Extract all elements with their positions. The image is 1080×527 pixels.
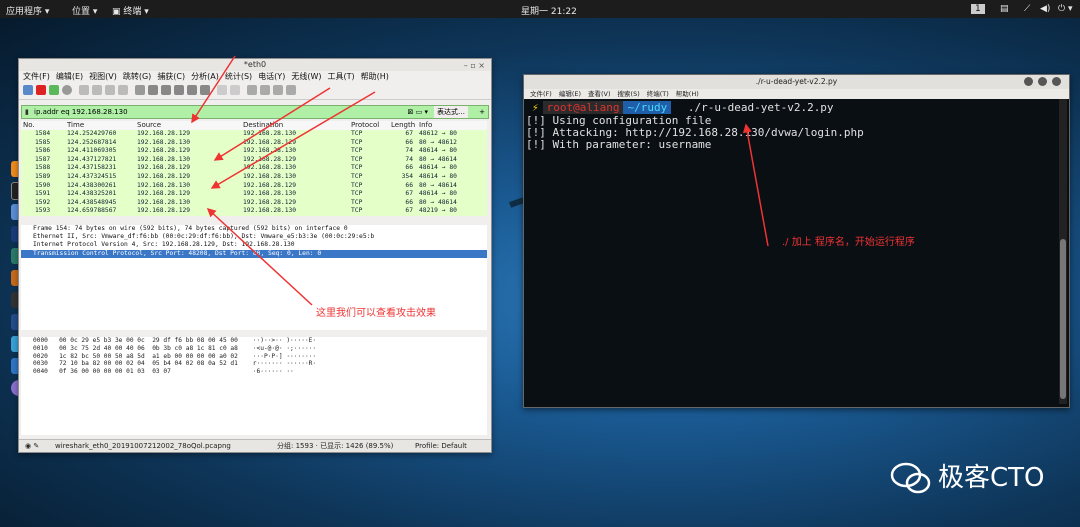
arrow-to-source-column — [191, 55, 236, 124]
wechat-icon — [890, 462, 931, 494]
arrow-to-packets — [206, 207, 313, 306]
annotation-note-terminal: ./ 加上 程序名，开始运行程序 — [782, 237, 915, 248]
arrow-to-packets — [210, 91, 376, 189]
arrow-to-packets — [213, 87, 331, 161]
annotation-arrows — [191, 55, 769, 306]
arrow-to-command — [742, 123, 769, 247]
annotation-note-wireshark: 这里我们可以查看攻击效果 — [316, 308, 436, 319]
watermark-text: 极客CTO — [938, 463, 1045, 493]
